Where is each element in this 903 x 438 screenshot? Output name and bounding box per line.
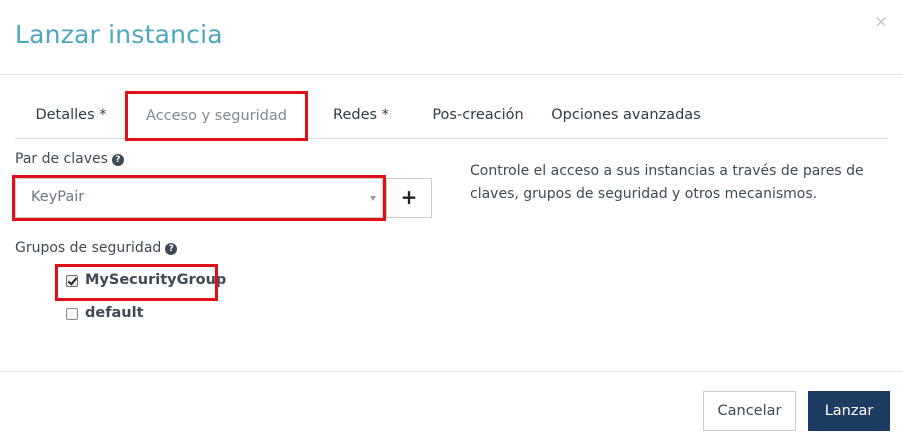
cancel-button[interactable]: Cancelar xyxy=(703,391,796,431)
security-group-label[interactable]: MySecurityGroup xyxy=(85,272,226,288)
security-group-checkbox-default[interactable] xyxy=(66,308,78,320)
tab-bar: Detalles * Acceso y seguridad Redes * Po… xyxy=(15,93,888,139)
keypair-select[interactable]: KeyPair xyxy=(15,178,383,218)
tab-acceso-y-seguridad[interactable]: Acceso y seguridad xyxy=(127,93,306,138)
modal-header: Lanzar instancia × xyxy=(0,0,903,75)
question-circle-icon: ? xyxy=(165,243,178,255)
tab-redes[interactable]: Redes * xyxy=(306,93,416,138)
security-group-checkbox-mysecuritygroup[interactable] xyxy=(66,275,78,287)
question-circle-icon: ? xyxy=(111,154,124,166)
add-keypair-button[interactable]: + xyxy=(386,178,432,218)
keypair-label: Par de claves xyxy=(15,151,108,167)
keypair-selected-value: KeyPair xyxy=(31,189,85,205)
tab-pos-creacion[interactable]: Pos-creación xyxy=(416,93,540,138)
launch-button[interactable]: Lanzar xyxy=(808,391,890,431)
security-groups-label-row: Grupos de seguridad? xyxy=(15,240,178,256)
security-group-label[interactable]: default xyxy=(85,305,144,321)
security-groups-label: Grupos de seguridad xyxy=(15,240,162,256)
tab-opciones-avanzadas[interactable]: Opciones avanzadas xyxy=(540,93,712,138)
keypair-label-row: Par de claves? xyxy=(15,151,124,167)
close-icon[interactable]: × xyxy=(874,12,888,32)
caret-down-icon xyxy=(370,196,376,201)
modal-title: Lanzar instancia xyxy=(15,20,223,49)
tab-detalles[interactable]: Detalles * xyxy=(15,93,127,138)
help-description: Controle el acceso a sus instancias a tr… xyxy=(470,163,864,202)
